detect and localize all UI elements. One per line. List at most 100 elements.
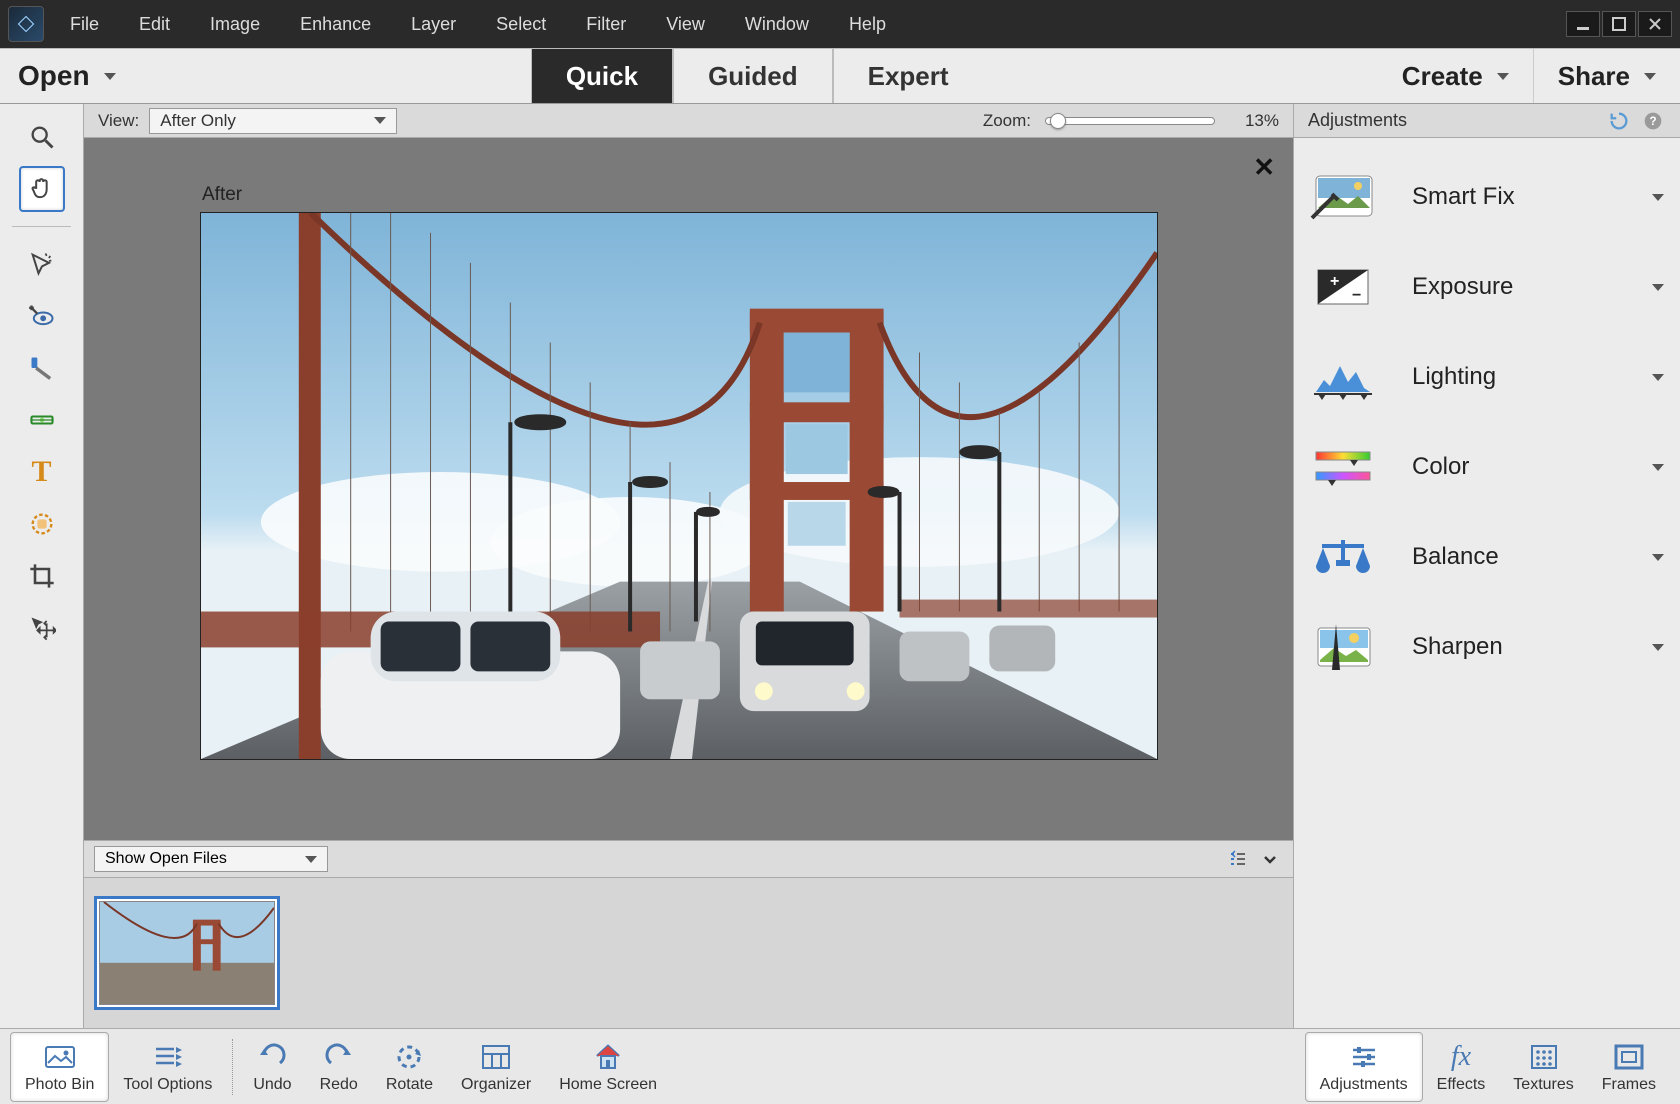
help-icon[interactable]: ? [1640, 108, 1666, 134]
chevron-down-icon [1652, 644, 1664, 651]
organizer-button[interactable]: Organizer [447, 1032, 545, 1102]
adjustment-label: Smart Fix [1412, 183, 1618, 211]
titlebar: File Edit Image Enhance Layer Select Fil… [0, 0, 1680, 48]
bb-label: Adjustments [1320, 1076, 1408, 1094]
photobin-strip [84, 878, 1293, 1028]
adjustments-tab-button[interactable]: Adjustments [1305, 1032, 1423, 1102]
adjustments-icon [1347, 1040, 1381, 1074]
home-screen-button[interactable]: Home Screen [545, 1032, 671, 1102]
effects-icon: fx [1444, 1040, 1478, 1074]
crop-tool[interactable] [19, 553, 65, 599]
effects-tab-button[interactable]: fx Effects [1423, 1032, 1500, 1102]
hand-tool[interactable] [19, 166, 65, 212]
svg-text:?: ? [1649, 115, 1656, 128]
tool-options-button[interactable]: Tool Options [109, 1032, 226, 1102]
adjustment-exposure[interactable]: +− Exposure [1294, 242, 1680, 332]
balance-icon [1308, 530, 1378, 584]
reset-icon[interactable] [1606, 108, 1632, 134]
chevron-down-icon [374, 117, 386, 124]
tab-quick[interactable]: Quick [531, 49, 673, 103]
adjustment-sharpen[interactable]: Sharpen [1294, 602, 1680, 692]
straighten-tool[interactable] [19, 397, 65, 443]
adjustment-balance[interactable]: Balance [1294, 512, 1680, 602]
sharpen-icon [1308, 620, 1378, 674]
menu-filter[interactable]: Filter [580, 10, 632, 39]
close-document-button[interactable]: ✕ [1253, 152, 1275, 183]
menu-image[interactable]: Image [204, 10, 266, 39]
menu-edit[interactable]: Edit [133, 10, 176, 39]
share-dropdown[interactable]: Share [1533, 49, 1680, 103]
photobin-collapse-icon[interactable] [1257, 846, 1283, 872]
view-label: View: [98, 111, 139, 131]
maximize-button[interactable] [1602, 11, 1636, 37]
bottombar: Photo Bin Tool Options Undo Redo Rotate … [0, 1028, 1680, 1104]
organizer-icon [479, 1040, 513, 1074]
tab-expert[interactable]: Expert [833, 49, 983, 103]
window-controls [1566, 11, 1672, 37]
adjustment-label: Exposure [1412, 273, 1618, 301]
rotate-icon [392, 1040, 426, 1074]
zoom-slider[interactable] [1045, 117, 1215, 125]
exposure-icon: +− [1308, 260, 1378, 314]
bb-label: Organizer [461, 1076, 531, 1094]
move-tool[interactable] [19, 605, 65, 651]
adjustments-title: Adjustments [1308, 110, 1407, 131]
photo-preview [200, 212, 1158, 760]
menu-view[interactable]: View [660, 10, 711, 39]
open-dropdown[interactable]: Open [0, 49, 136, 103]
photobin-button[interactable]: Photo Bin [10, 1032, 109, 1102]
chevron-down-icon [1652, 194, 1664, 201]
menu-help[interactable]: Help [843, 10, 892, 39]
after-label: After [202, 184, 242, 206]
redo-button[interactable]: Redo [306, 1032, 372, 1102]
close-button[interactable] [1638, 11, 1672, 37]
photobin-filter-dropdown[interactable]: Show Open Files [94, 846, 328, 872]
adjustment-lighting[interactable]: Lighting [1294, 332, 1680, 422]
bb-label: Rotate [386, 1076, 433, 1094]
photobin-menu-icon[interactable] [1225, 846, 1251, 872]
tools-panel: T [0, 104, 84, 1028]
zoom-label: Zoom: [983, 111, 1031, 131]
chevron-down-icon [1652, 554, 1664, 561]
menu-layer[interactable]: Layer [405, 10, 462, 39]
whiten-teeth-tool[interactable] [19, 345, 65, 391]
view-dropdown[interactable]: After Only [149, 108, 397, 134]
undo-icon [255, 1040, 289, 1074]
adjustment-smart-fix[interactable]: Smart Fix [1294, 152, 1680, 242]
zoom-slider-thumb[interactable] [1050, 113, 1066, 129]
menu-enhance[interactable]: Enhance [294, 10, 377, 39]
menu-select[interactable]: Select [490, 10, 552, 39]
chevron-down-icon [305, 856, 317, 863]
tab-guided[interactable]: Guided [673, 49, 833, 103]
bb-label: Textures [1513, 1076, 1573, 1094]
photobin-thumbnail[interactable] [94, 896, 280, 1010]
photobin-icon [43, 1040, 77, 1074]
type-tool[interactable]: T [19, 449, 65, 495]
modebar: Open Quick Guided Expert Create Share [0, 48, 1680, 104]
svg-text:+: + [1330, 273, 1339, 290]
bb-label: Undo [253, 1076, 291, 1094]
undo-button[interactable]: Undo [239, 1032, 305, 1102]
chevron-down-icon [1644, 73, 1656, 80]
menu-file[interactable]: File [64, 10, 105, 39]
spot-heal-tool[interactable] [19, 501, 65, 547]
view-bar: View: After Only Zoom: 13% [84, 104, 1293, 138]
textures-tab-button[interactable]: Textures [1499, 1032, 1587, 1102]
bb-label: Effects [1437, 1076, 1486, 1094]
adjustment-label: Balance [1412, 543, 1618, 571]
textures-icon [1527, 1040, 1561, 1074]
adjustments-panel: Adjustments ? Smart Fix +− Exposure [1294, 104, 1680, 1028]
adjustments-header: Adjustments ? [1294, 104, 1680, 138]
canvas[interactable]: ✕ After [84, 138, 1293, 840]
menu-window[interactable]: Window [739, 10, 815, 39]
create-dropdown[interactable]: Create [1378, 49, 1533, 103]
adjustment-color[interactable]: Color [1294, 422, 1680, 512]
zoom-tool[interactable] [19, 114, 65, 160]
quick-selection-tool[interactable] [19, 241, 65, 287]
frames-tab-button[interactable]: Frames [1588, 1032, 1670, 1102]
bb-label: Frames [1602, 1076, 1656, 1094]
minimize-button[interactable] [1566, 11, 1600, 37]
rotate-button[interactable]: Rotate [372, 1032, 447, 1102]
red-eye-tool[interactable] [19, 293, 65, 339]
tool-options-icon [151, 1040, 185, 1074]
